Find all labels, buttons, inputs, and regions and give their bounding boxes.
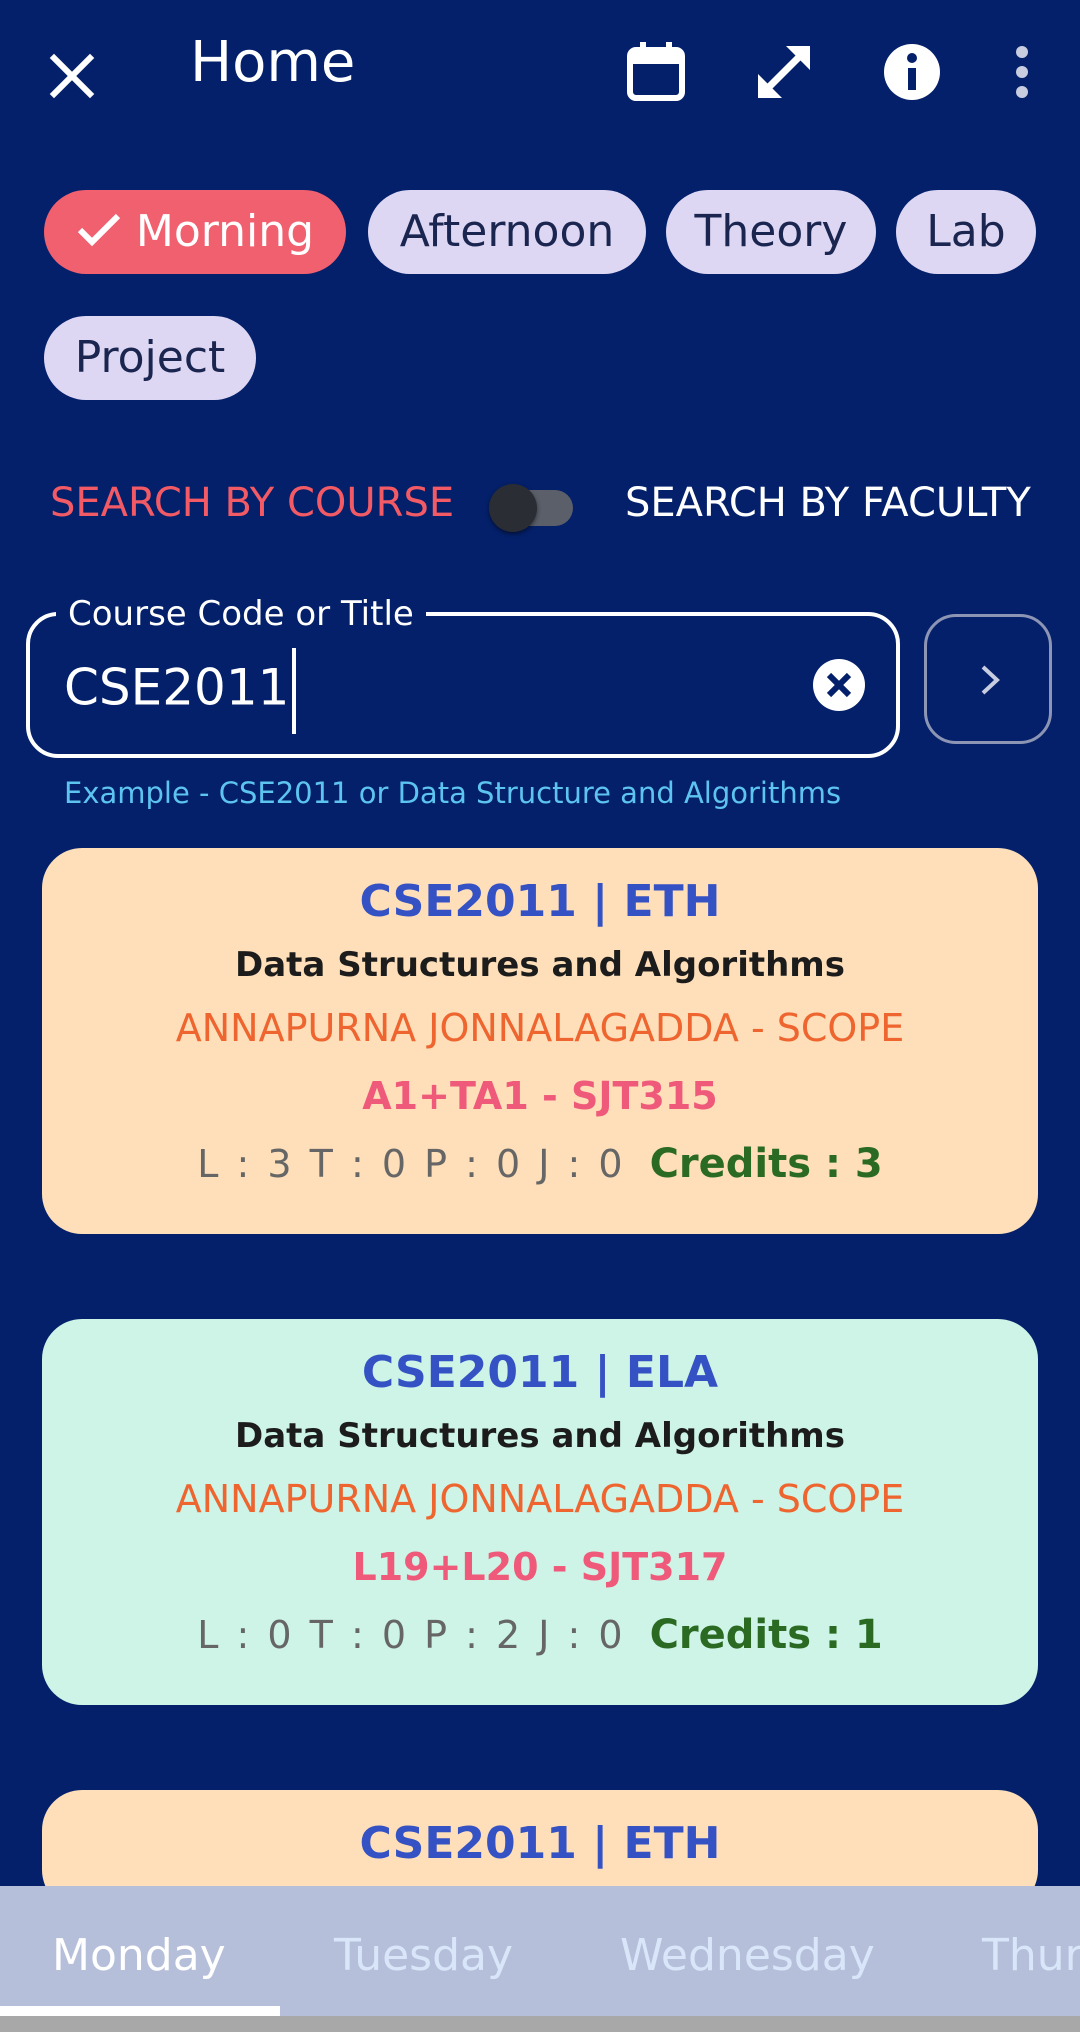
calendar-icon[interactable] — [624, 40, 688, 104]
search-by-course-label[interactable]: SEARCH BY COURSE — [50, 480, 454, 526]
clear-icon[interactable] — [812, 658, 866, 712]
chip-lab[interactable]: Lab — [896, 190, 1036, 274]
page-title: Home — [190, 30, 356, 95]
search-field-label: Course Code or Title — [56, 594, 426, 634]
tab-monday[interactable]: Monday — [52, 1930, 226, 1981]
search-input[interactable]: CSE2011 — [64, 648, 296, 734]
ltpj-values: L : 3 T : 0 P : 0 J : 0 — [197, 1142, 626, 1186]
course-card[interactable]: CSE2011 | ETH Data Structures and Algori… — [42, 848, 1038, 1234]
chip-theory[interactable]: Theory — [666, 190, 876, 274]
course-card[interactable]: CSE2011 | ELA Data Structures and Algori… — [42, 1319, 1038, 1705]
tab-indicator — [0, 2006, 280, 2016]
course-slot: A1+TA1 - SJT315 — [362, 1074, 718, 1118]
more-icon[interactable] — [990, 40, 1054, 104]
search-mode-toggle[interactable] — [489, 484, 573, 532]
course-name: Data Structures and Algorithms — [235, 945, 845, 985]
chip-label: Afternoon — [399, 206, 615, 257]
course-credits: Credits : 3 — [649, 1141, 883, 1187]
search-input-value: CSE2011 — [64, 658, 290, 717]
course-ltpj: L : 0 T : 0 P : 2 J : 0 Credits : 1 — [42, 1601, 1038, 1669]
info-icon[interactable] — [880, 40, 944, 104]
search-helper-text: Example - CSE2011 or Data Structure and … — [64, 776, 842, 810]
chip-morning[interactable]: Morning — [44, 190, 346, 274]
course-credits: Credits : 1 — [649, 1612, 883, 1658]
search-submit-button[interactable] — [924, 614, 1052, 744]
chip-label: Morning — [135, 206, 315, 257]
close-icon[interactable] — [44, 48, 100, 104]
course-slot: L19+L20 - SJT317 — [352, 1545, 728, 1589]
course-ltpj: L : 3 T : 0 P : 0 J : 0 Credits : 3 — [42, 1130, 1038, 1198]
check-icon — [77, 213, 121, 247]
chip-label: Lab — [926, 206, 1006, 257]
tab-underbar — [0, 2016, 1080, 2032]
course-code: CSE2011 | ETH — [359, 876, 721, 927]
tab-tuesday[interactable]: Tuesday — [334, 1930, 513, 1981]
tab-thursday[interactable]: Thur — [982, 1930, 1080, 1981]
text-caret — [291, 648, 296, 734]
chip-label: Theory — [694, 206, 848, 257]
search-by-faculty-label[interactable]: SEARCH BY FACULTY — [625, 480, 1031, 526]
toggle-knob — [489, 484, 537, 532]
course-faculty: ANNAPURNA JONNALAGADDA - SCOPE — [175, 1006, 905, 1050]
course-code: CSE2011 | ELA — [361, 1347, 719, 1398]
ltpj-values: L : 0 T : 0 P : 2 J : 0 — [197, 1613, 626, 1657]
chip-label: Project — [74, 332, 226, 383]
chip-project[interactable]: Project — [44, 316, 256, 400]
day-tab-bar: Monday Tuesday Wednesday Thur — [0, 1886, 1080, 2032]
course-name: Data Structures and Algorithms — [235, 1416, 845, 1456]
course-code: CSE2011 | ETH — [359, 1818, 721, 1869]
expand-icon[interactable] — [752, 40, 816, 104]
chevron-right-icon — [981, 665, 1000, 695]
course-faculty: ANNAPURNA JONNALAGADDA - SCOPE — [175, 1477, 905, 1521]
chip-afternoon[interactable]: Afternoon — [368, 190, 646, 274]
tab-wednesday[interactable]: Wednesday — [620, 1930, 875, 1981]
app-bar: Home — [0, 0, 1080, 150]
